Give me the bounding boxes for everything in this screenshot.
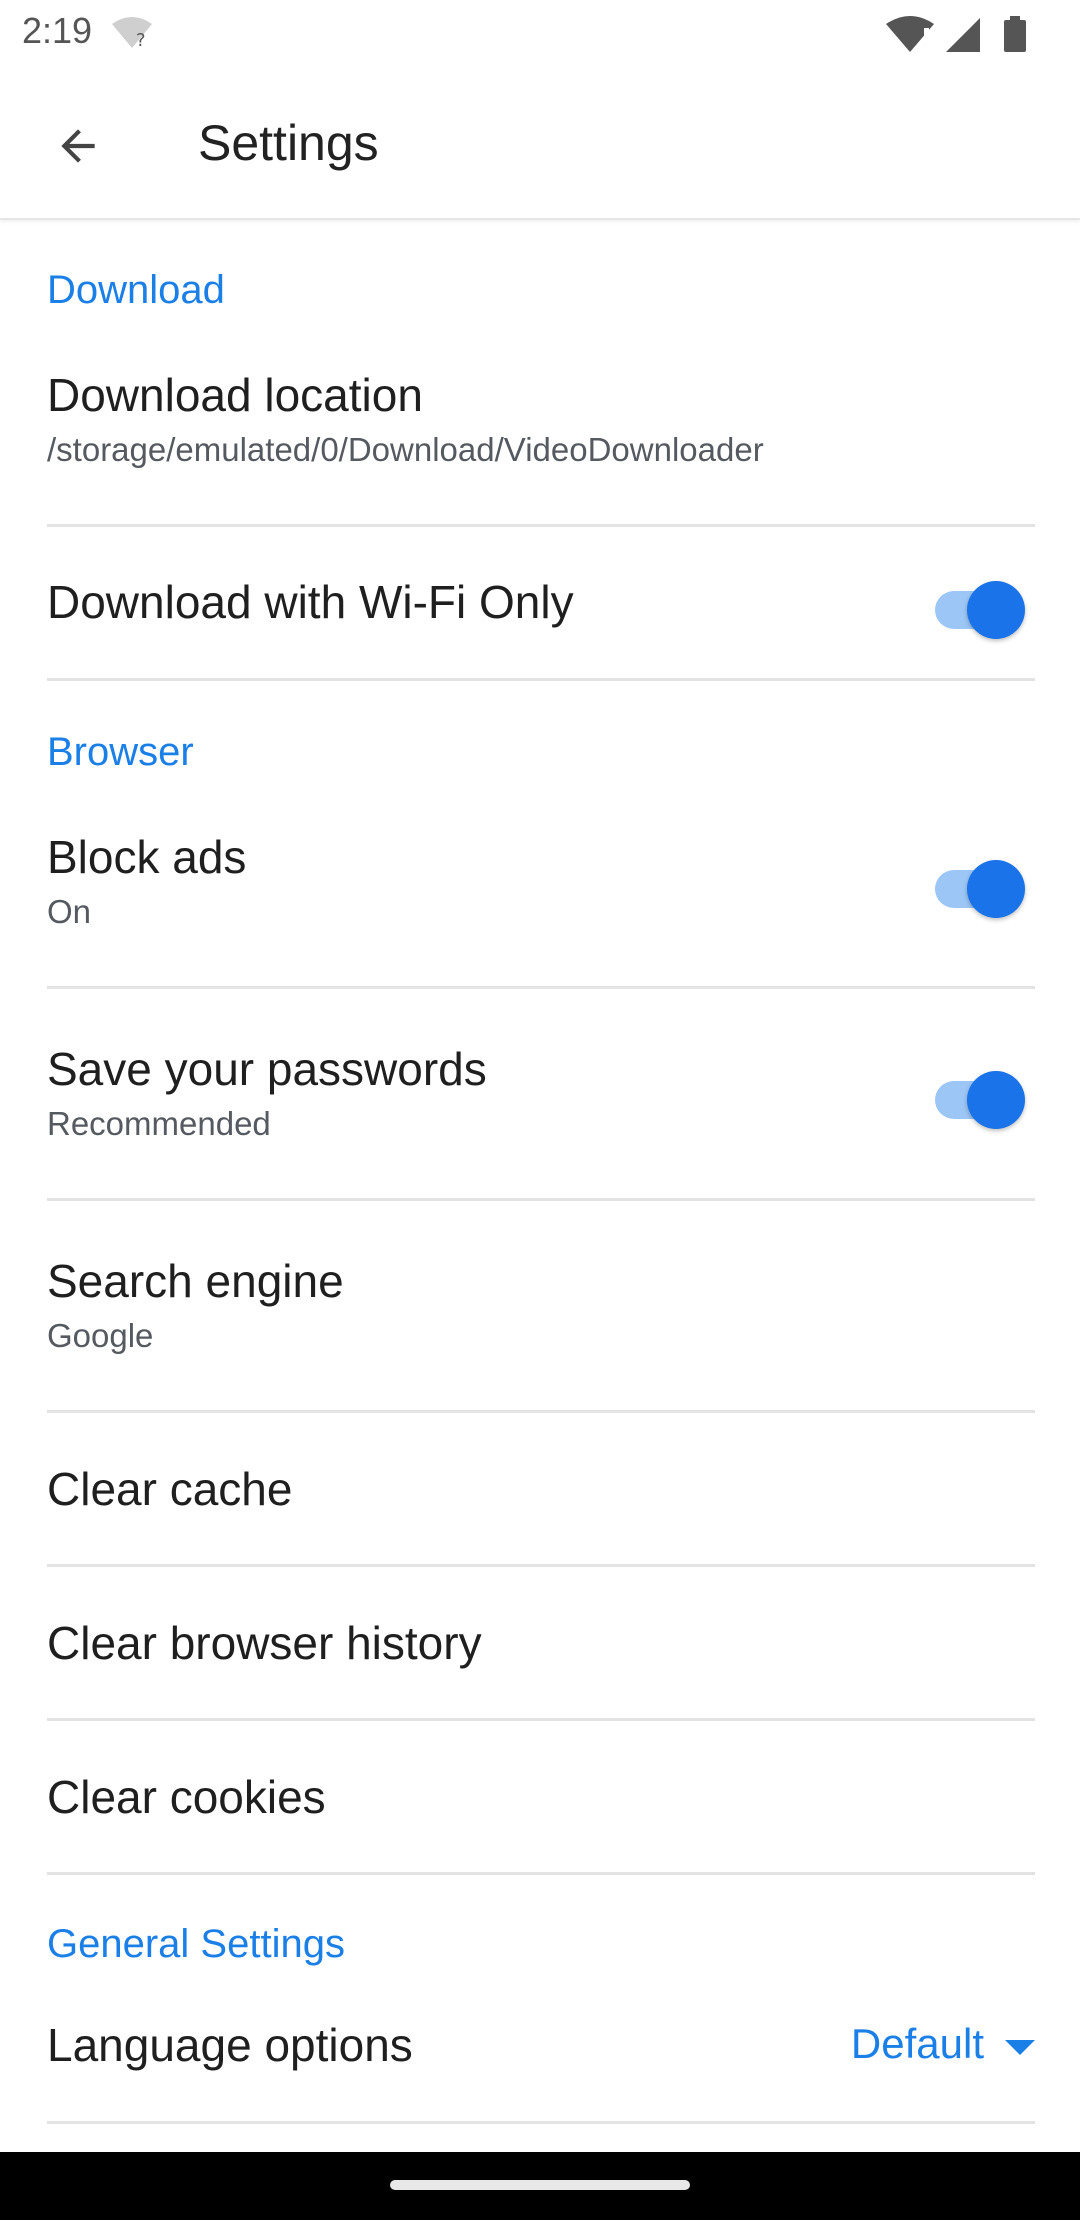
clear-cookies-item[interactable]: Clear cookies bbox=[47, 1770, 1035, 1825]
wifi-alert-icon bbox=[886, 16, 934, 52]
divider bbox=[47, 1564, 1035, 1567]
svg-text:?: ? bbox=[136, 30, 146, 50]
save-passwords-toggle[interactable] bbox=[935, 1063, 1025, 1129]
divider bbox=[47, 2121, 1035, 2124]
clear-history-item[interactable]: Clear browser history bbox=[47, 1616, 1035, 1671]
section-header-download: Download bbox=[47, 268, 225, 312]
toggle-knob bbox=[967, 581, 1025, 639]
divider bbox=[47, 1872, 1035, 1875]
save-passwords-sub: Recommended bbox=[47, 1105, 271, 1143]
download-location-title: Download location bbox=[47, 369, 423, 421]
save-passwords-item[interactable]: Save your passwords Recommended bbox=[47, 1042, 1035, 1143]
divider bbox=[47, 524, 1035, 527]
clear-cache-item[interactable]: Clear cache bbox=[47, 1462, 1035, 1517]
divider bbox=[47, 1410, 1035, 1413]
arrow-back-icon bbox=[53, 121, 103, 176]
toggle-knob bbox=[967, 860, 1025, 918]
system-nav-bar bbox=[0, 2152, 1080, 2220]
search-engine-title: Search engine bbox=[47, 1255, 344, 1307]
download-location-value: /storage/emulated/0/Download/VideoDownlo… bbox=[47, 431, 764, 469]
save-passwords-title: Save your passwords bbox=[47, 1043, 487, 1095]
language-dropdown[interactable]: Default bbox=[851, 2020, 984, 2068]
home-gesture-handle[interactable] bbox=[390, 2180, 690, 2190]
clear-cookies-title: Clear cookies bbox=[47, 1771, 326, 1823]
wifi-only-toggle[interactable] bbox=[935, 573, 1025, 639]
block-ads-sub: On bbox=[47, 893, 92, 931]
search-engine-item[interactable]: Search engine Google bbox=[47, 1254, 1035, 1355]
cell-signal-icon bbox=[946, 18, 980, 52]
back-button[interactable] bbox=[38, 108, 118, 188]
block-ads-item[interactable]: Block ads On bbox=[47, 830, 1035, 931]
search-engine-value: Google bbox=[47, 1317, 154, 1355]
wifi-only-title: Download with Wi-Fi Only bbox=[47, 576, 574, 628]
section-header-general: General Settings bbox=[47, 1922, 345, 1966]
block-ads-toggle[interactable] bbox=[935, 852, 1025, 918]
divider bbox=[47, 986, 1035, 989]
download-location-item[interactable]: Download location /storage/emulated/0/Do… bbox=[47, 368, 1035, 469]
status-bar: 2:19 ? bbox=[0, 0, 1080, 68]
divider bbox=[47, 1198, 1035, 1201]
clear-history-title: Clear browser history bbox=[47, 1617, 482, 1669]
section-header-browser: Browser bbox=[47, 730, 194, 774]
divider bbox=[47, 678, 1035, 681]
wifi-only-item[interactable]: Download with Wi-Fi Only bbox=[47, 575, 1035, 630]
divider bbox=[47, 1718, 1035, 1721]
dropdown-arrow-icon[interactable] bbox=[1005, 2040, 1035, 2055]
app-bar: Settings bbox=[0, 68, 1080, 220]
settings-list: Download Download location /storage/emul… bbox=[0, 220, 1080, 2152]
wifi-question-icon: ? bbox=[110, 14, 154, 55]
status-time: 2:19 bbox=[22, 10, 93, 51]
toggle-knob bbox=[967, 1071, 1025, 1129]
clear-cache-title: Clear cache bbox=[47, 1463, 293, 1515]
battery-icon bbox=[1004, 16, 1026, 52]
status-icons bbox=[880, 12, 1080, 56]
block-ads-title: Block ads bbox=[47, 831, 247, 883]
page-title: Settings bbox=[198, 115, 379, 171]
